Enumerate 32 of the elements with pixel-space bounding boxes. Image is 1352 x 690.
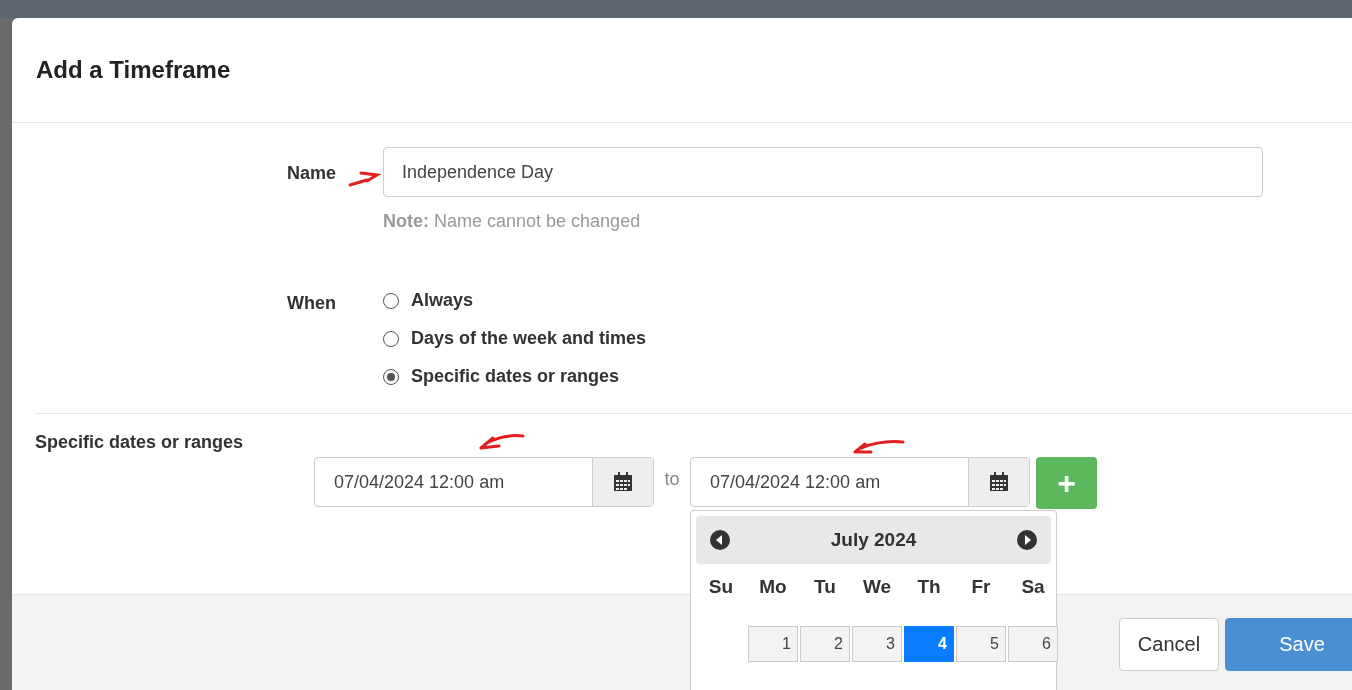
weekday-label: Tu <box>813 576 837 599</box>
next-month-icon[interactable] <box>1017 530 1037 550</box>
calendar-day[interactable]: 1 <box>748 626 798 662</box>
field-label: Name <box>285 162 336 185</box>
cancel-button[interactable]: Cancel <box>1119 618 1219 671</box>
previous-month-icon[interactable] <box>710 530 730 550</box>
start-date-value: 07/04/2024 12:00 am <box>333 470 506 494</box>
weekday-label: We <box>861 576 893 599</box>
calendar-day[interactable]: 3 <box>852 626 902 662</box>
radio-option[interactable]: Days of the week and times <box>383 328 647 349</box>
name-input-field[interactable]: Independence Day <box>383 147 1263 197</box>
weekday-label: Sa <box>1020 576 1046 599</box>
weekday-label: Mo <box>758 576 788 599</box>
calendar-icon <box>613 472 633 492</box>
weekday-label: Th <box>916 576 942 599</box>
month-title: July 2024 <box>830 529 917 551</box>
dialog-title: Add a Timeframe <box>36 56 231 84</box>
field-label: When <box>286 292 336 315</box>
calendar-icon <box>989 472 1009 492</box>
name-note: Note: Name cannot be changed <box>383 211 642 232</box>
weekday-label: Fr <box>970 576 992 599</box>
end-date-value: 07/04/2024 12:00 am <box>709 470 882 494</box>
section-label: Specific dates or ranges <box>35 432 244 452</box>
radio-option[interactable]: Specific dates or ranges <box>383 366 647 387</box>
range-separator: to <box>663 468 681 490</box>
calendar-day[interactable]: 5 <box>956 626 1006 662</box>
calendar-day[interactable]: 6 <box>1008 626 1058 662</box>
calendar-day[interactable]: 2 <box>800 626 850 662</box>
annotation-arrow <box>347 169 383 189</box>
calendar-day[interactable]: 4 <box>904 626 954 662</box>
radio-option[interactable]: Always <box>383 290 647 311</box>
weekday-label: Su <box>707 576 735 599</box>
